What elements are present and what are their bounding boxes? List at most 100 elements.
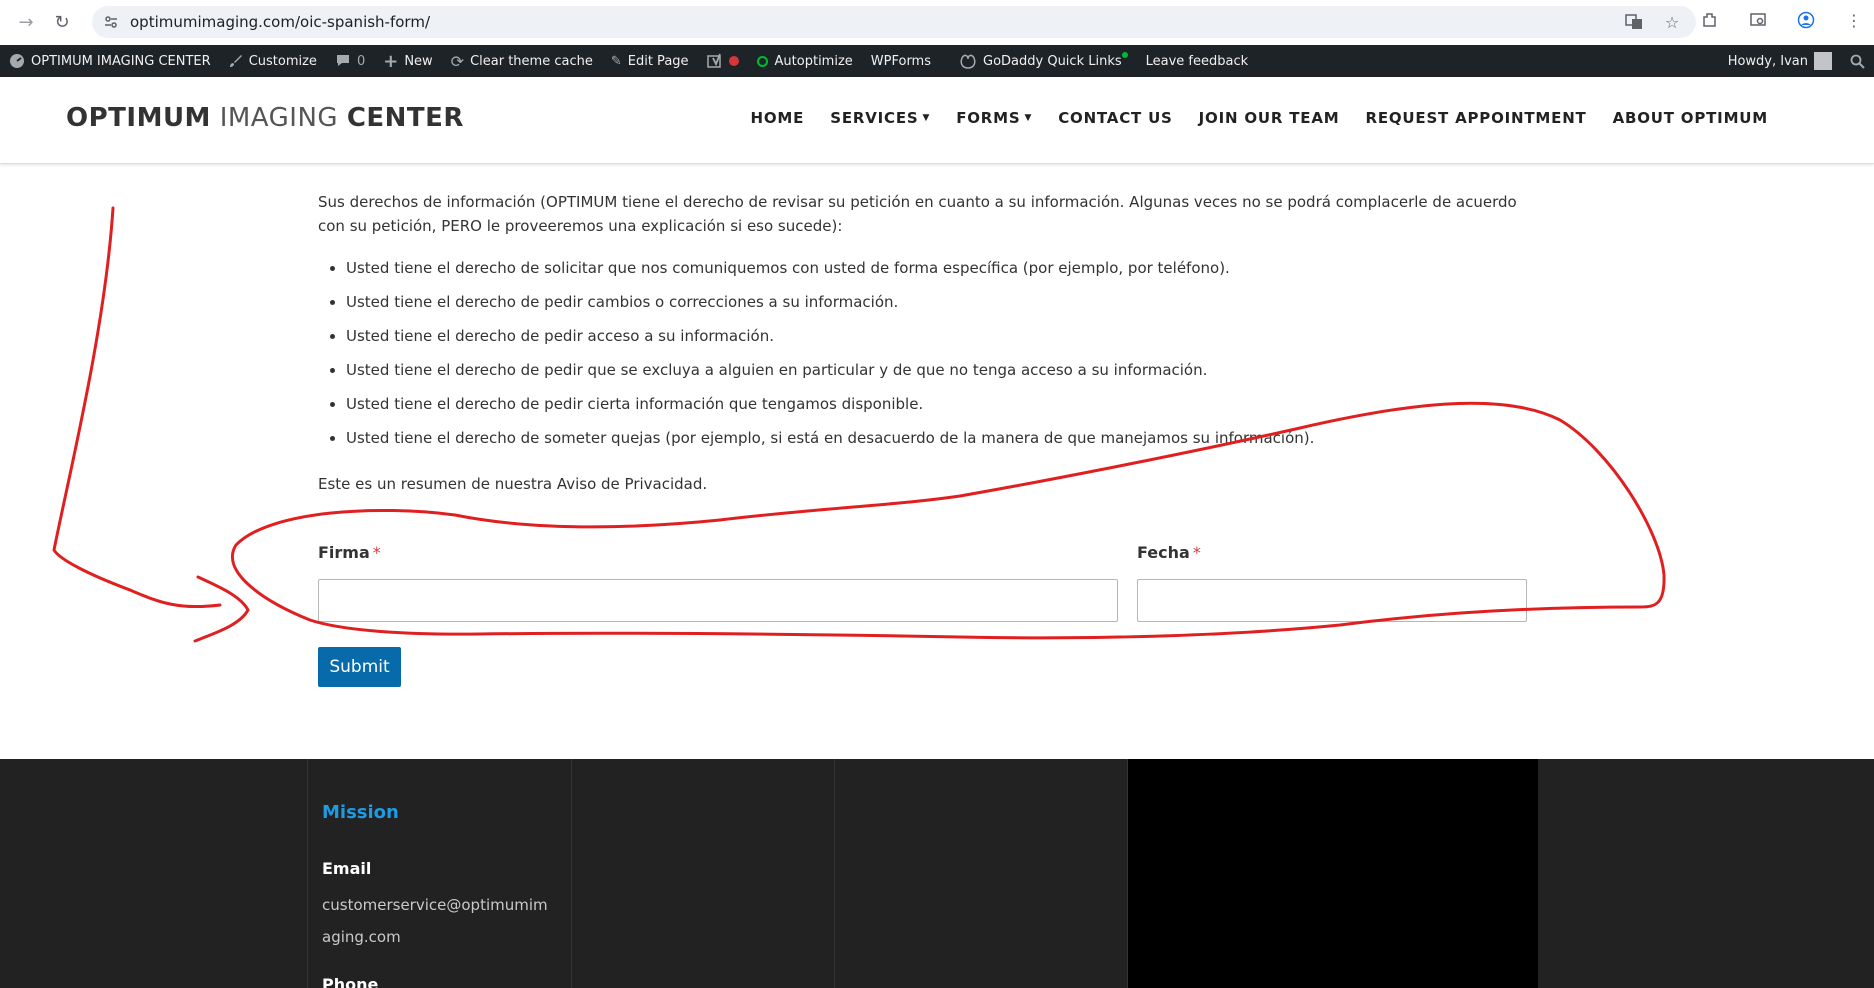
nav-about-optimum[interactable]: ABOUT OPTIMUM <box>1600 109 1781 127</box>
brush-icon <box>229 54 243 68</box>
nav-forms[interactable]: FORMS ▼ <box>943 109 1045 127</box>
adminbar-new[interactable]: + New <box>374 45 441 77</box>
adminbar-edit-page[interactable]: ✎ Edit Page <box>602 45 698 77</box>
list-item: Usted tiene el derecho de pedir acceso a… <box>346 324 1528 348</box>
logo-word-2: IMAGING <box>219 103 339 133</box>
cast-search-icon[interactable] <box>1748 10 1768 30</box>
search-icon <box>1850 54 1865 69</box>
nav-home[interactable]: HOME <box>738 109 818 127</box>
adminbar-clear-cache[interactable]: ⟳ Clear theme cache <box>442 45 602 77</box>
refresh-icon: ⟳ <box>450 51 465 71</box>
required-mark: * <box>1192 543 1201 562</box>
adminbar-feedback[interactable]: Leave feedback <box>1137 45 1258 77</box>
required-mark: * <box>372 543 381 562</box>
rights-list: Usted tiene el derecho de solicitar que … <box>346 256 1528 450</box>
nav-request-appointment[interactable]: REQUEST APPOINTMENT <box>1352 109 1599 127</box>
adminbar-new-label: New <box>404 53 433 69</box>
list-item: Usted tiene el derecho de pedir cierta i… <box>346 392 1528 416</box>
site-logo[interactable]: OPTIMUM IMAGING CENTER <box>66 103 464 133</box>
adminbar-edit-page-label: Edit Page <box>627 53 689 69</box>
adminbar-site[interactable]: OPTIMUM IMAGING CENTER <box>0 45 220 77</box>
menu-dots-icon[interactable]: ⋮ <box>1844 10 1864 30</box>
url-text: optimumimaging.com/oic-spanish-form/ <box>130 13 430 31</box>
adminbar-customize-label: Customize <box>248 53 317 69</box>
rights-intro: Sus derechos de información (OPTIMUM tie… <box>318 193 1517 235</box>
list-item: Usted tiene el derecho de someter quejas… <box>346 426 1528 450</box>
adminbar-comments[interactable]: 0 <box>326 45 374 77</box>
annotation-arrow-head <box>193 575 250 643</box>
site-settings-icon[interactable] <box>102 13 120 31</box>
adminbar-site-name: OPTIMUM IMAGING CENTER <box>31 53 211 69</box>
adminbar-clear-cache-label: Clear theme cache <box>470 53 593 69</box>
nav-request-label: REQUEST APPOINTMENT <box>1365 109 1587 127</box>
logo-word-3: CENTER <box>346 103 464 133</box>
comment-bubble-icon <box>335 54 351 68</box>
adminbar-wpforms-label: WPForms <box>870 53 931 69</box>
footer-mission-title: Mission <box>322 802 399 823</box>
footer-email-label: Email <box>322 859 372 878</box>
adminbar-account[interactable]: Howdy, Ivan <box>1719 45 1841 77</box>
nav-about-label: ABOUT OPTIMUM <box>1612 109 1768 127</box>
adminbar-godaddy[interactable]: GoDaddy Quick Links <box>950 45 1137 77</box>
adminbar-wpforms[interactable]: WPForms <box>862 45 940 77</box>
caret-down-icon: ▼ <box>1024 113 1033 123</box>
caret-down-icon: ▼ <box>922 113 931 123</box>
nav-forms-label: FORMS <box>956 109 1021 127</box>
adminbar-howdy: Howdy, Ivan <box>1727 53 1808 69</box>
site-footer: Mission Email customerservice@optimumima… <box>0 759 1874 988</box>
list-item: Usted tiene el derecho de pedir cambios … <box>346 290 1528 314</box>
list-item: Usted tiene el derecho de solicitar que … <box>346 256 1528 280</box>
profile-icon[interactable] <box>1796 10 1816 30</box>
nav-services-label: SERVICES <box>830 109 919 127</box>
pencil-icon: ✎ <box>610 53 622 69</box>
seo-status-dot <box>728 56 739 66</box>
autoptimize-status-icon <box>756 55 768 67</box>
site-header: OPTIMUM IMAGING CENTER HOME SERVICES ▼ FO… <box>0 77 1874 164</box>
main-navigation: HOME SERVICES ▼ FORMS ▼ CONTACT US JOIN OU… <box>738 109 1781 127</box>
footer-phone-label: Phone <box>322 975 379 988</box>
logo-word-1: OPTIMUM <box>66 103 211 133</box>
browser-toolbar: → ↻ optimumimaging.com/oic-spanish-form/… <box>0 0 1874 45</box>
privacy-summary: Este es un resumen de nuestra Aviso de P… <box>318 475 708 493</box>
dashboard-icon <box>9 53 25 69</box>
annotation-arrow-shaft <box>52 206 222 609</box>
adminbar-customize[interactable]: Customize <box>220 45 326 77</box>
nav-services[interactable]: SERVICES ▼ <box>817 109 943 127</box>
footer-column-2 <box>571 759 834 988</box>
bookmark-star-icon[interactable]: ☆ <box>1662 12 1682 32</box>
footer-email-link[interactable]: customerservice@optimumimaging.com <box>322 889 552 953</box>
firma-label: Firma * <box>318 543 381 562</box>
submit-button[interactable]: Submit <box>318 647 401 687</box>
firma-input[interactable] <box>318 579 1118 622</box>
signature-form-row: Firma * Fecha * <box>318 543 1528 623</box>
footer-map-block <box>1128 759 1538 988</box>
forward-icon[interactable]: → <box>12 9 40 37</box>
wp-admin-bar: OPTIMUM IMAGING CENTER Customize 0 + New… <box>0 45 1874 77</box>
nav-join-our-team[interactable]: JOIN OUR TEAM <box>1186 109 1353 127</box>
list-item: Usted tiene el derecho de pedir que se e… <box>346 358 1528 382</box>
yoast-icon <box>706 53 723 69</box>
fecha-label-text: Fecha <box>1137 543 1190 562</box>
nav-contact-us[interactable]: CONTACT US <box>1045 109 1185 127</box>
extensions-icon[interactable] <box>1700 10 1720 30</box>
godaddy-status-dot <box>1121 52 1128 58</box>
translate-icon[interactable] <box>1624 12 1644 32</box>
nav-home-label: HOME <box>750 109 805 127</box>
adminbar-autoptimize[interactable]: Autoptimize <box>748 45 862 77</box>
nav-contact-label: CONTACT US <box>1058 109 1173 127</box>
address-bar[interactable]: optimumimaging.com/oic-spanish-form/ ☆ <box>92 6 1696 38</box>
plus-icon: + <box>383 50 399 72</box>
nav-join-label: JOIN OUR TEAM <box>1198 109 1340 127</box>
adminbar-feedback-label: Leave feedback <box>1145 53 1249 69</box>
fecha-label: Fecha * <box>1137 543 1201 562</box>
adminbar-comments-count: 0 <box>356 53 366 69</box>
avatar <box>1814 52 1832 70</box>
footer-column-3 <box>834 759 1128 988</box>
firma-label-text: Firma <box>318 543 370 562</box>
fecha-input[interactable] <box>1137 579 1527 622</box>
reload-icon[interactable]: ↻ <box>48 9 76 37</box>
adminbar-yoast[interactable] <box>698 45 748 77</box>
godaddy-icon <box>959 53 977 69</box>
page-content: Sus derechos de información (OPTIMUM tie… <box>318 190 1528 496</box>
adminbar-search[interactable] <box>1841 45 1874 77</box>
